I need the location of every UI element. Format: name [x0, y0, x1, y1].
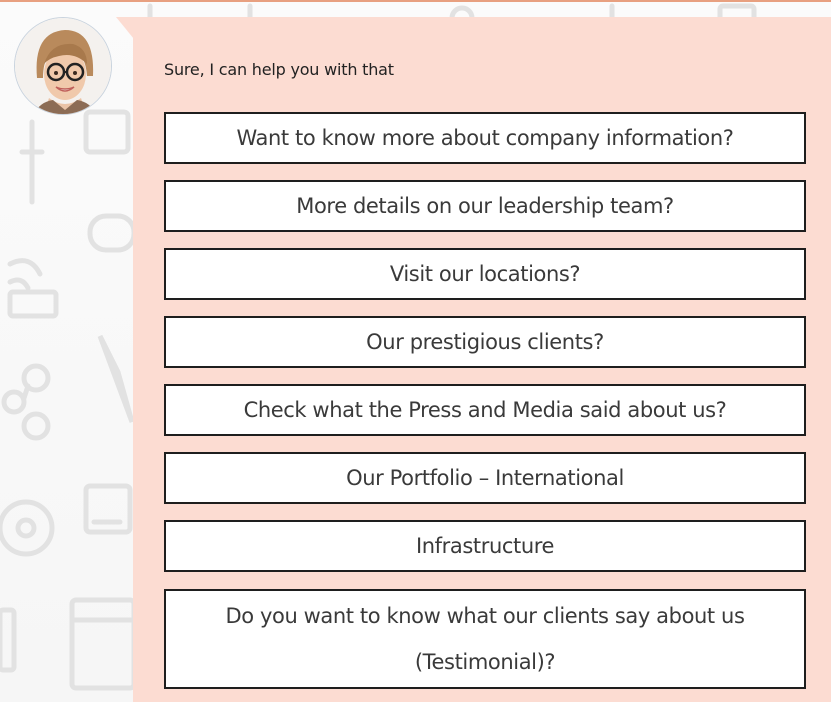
option-clients[interactable]: Our prestigious clients?: [164, 316, 806, 368]
option-locations[interactable]: Visit our locations?: [164, 248, 806, 300]
option-label: Want to know more about company informat…: [236, 126, 734, 150]
option-label: Infrastructure: [415, 534, 555, 558]
option-label: More details on our leadership team?: [296, 194, 674, 218]
option-label: Do you want to know what our clients say…: [225, 604, 745, 674]
agent-avatar: [14, 17, 112, 115]
chat-bubble-tail: [116, 17, 134, 39]
option-testimonials[interactable]: Do you want to know what our clients say…: [164, 589, 806, 689]
option-portfolio-international[interactable]: Our Portfolio – International: [164, 452, 806, 504]
option-label: Visit our locations?: [389, 262, 581, 286]
option-leadership-team[interactable]: More details on our leadership team?: [164, 180, 806, 232]
option-infrastructure[interactable]: Infrastructure: [164, 520, 806, 572]
option-press-media[interactable]: Check what the Press and Media said abou…: [164, 384, 806, 436]
option-label: Check what the Press and Media said abou…: [243, 398, 727, 422]
option-label: Our prestigious clients?: [366, 330, 604, 354]
option-company-information[interactable]: Want to know more about company informat…: [164, 112, 806, 164]
option-label: Our Portfolio – International: [346, 466, 624, 490]
agent-greeting-message: Sure, I can help you with that: [164, 60, 394, 79]
agent-avatar-icon: [15, 18, 111, 114]
